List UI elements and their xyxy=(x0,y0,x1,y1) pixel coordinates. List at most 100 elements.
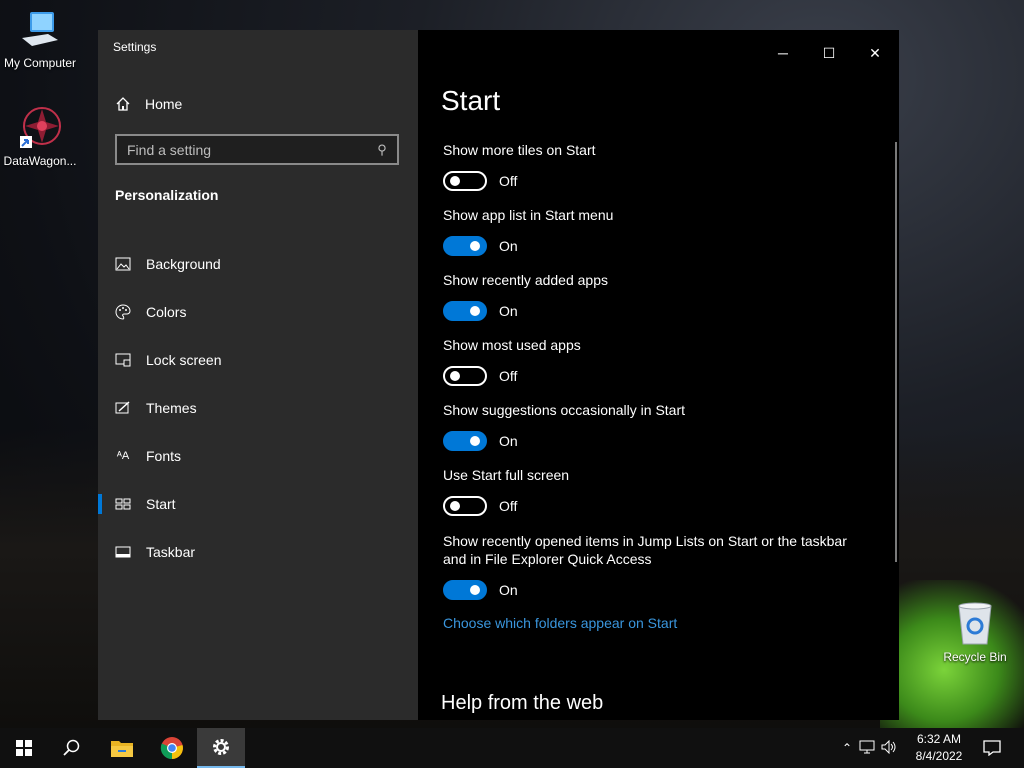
desktop-icon-recycle-bin[interactable]: Recycle Bin xyxy=(935,600,1015,664)
toggle-switch[interactable] xyxy=(443,171,487,191)
setting-label: Show recently opened items in Jump Lists… xyxy=(443,533,847,567)
sidebar-item-background[interactable]: Background xyxy=(98,240,418,288)
palette-icon xyxy=(115,304,131,320)
sidebar-item-lock-screen[interactable]: Lock screen xyxy=(98,336,418,384)
toggle-knob xyxy=(470,241,480,251)
toggle-state: On xyxy=(499,582,518,598)
sidebar-item-label: Start xyxy=(146,496,176,512)
notification-icon xyxy=(983,740,1001,756)
picture-icon xyxy=(115,256,131,272)
start-icon xyxy=(115,496,131,512)
setting-label: Show most used apps xyxy=(443,337,581,353)
scrollbar[interactable] xyxy=(895,142,897,562)
sidebar-item-label: Background xyxy=(146,256,221,272)
toggle-state: On xyxy=(499,303,518,319)
maximize-button[interactable]: ☐ xyxy=(806,38,852,68)
setting-suggestions: Show suggestions occasionally in Start O… xyxy=(443,401,863,451)
windows-start-icon xyxy=(16,740,32,756)
setting-label: Show app list in Start menu xyxy=(443,207,614,223)
setting-label: Show recently added apps xyxy=(443,272,608,288)
sidebar-item-label: Lock screen xyxy=(146,352,222,368)
sidebar-nav: Background Colors Lock screen Themes ᴬA … xyxy=(98,240,418,576)
settings-sidebar: Settings Home ⚲ Personalization Backgrou… xyxy=(98,30,418,720)
toggle-state: Off xyxy=(499,173,518,189)
search-input[interactable] xyxy=(117,140,367,159)
toggle-state: On xyxy=(499,238,518,254)
taskbar-file-explorer[interactable] xyxy=(98,728,146,768)
computer-icon xyxy=(22,12,58,46)
clock-time: 6:32 AM xyxy=(916,732,962,746)
recycle-bin-icon xyxy=(958,602,992,645)
settings-content: ─ ☐ ✕ Start Show more tiles on Start Off… xyxy=(418,30,899,720)
minimize-button[interactable]: ─ xyxy=(760,38,806,68)
close-button[interactable]: ✕ xyxy=(852,38,898,68)
minimize-icon: ─ xyxy=(778,45,788,61)
toggle-switch[interactable] xyxy=(443,236,487,256)
sidebar-item-label: Taskbar xyxy=(146,544,196,560)
nav-home-label: Home xyxy=(145,96,183,112)
toggle-switch[interactable] xyxy=(443,431,487,451)
sidebar-item-colors[interactable]: Colors xyxy=(98,288,418,336)
sidebar-item-label: Themes xyxy=(146,400,197,416)
taskbar-settings[interactable] xyxy=(197,728,245,768)
toggle-knob xyxy=(450,501,460,511)
close-icon: ✕ xyxy=(869,44,881,61)
taskbar-clock[interactable]: 6:32 AM 8/4/2022 xyxy=(908,731,970,765)
setting-jump-lists: Show recently opened items in Jump Lists… xyxy=(443,532,863,600)
settings-icon xyxy=(213,739,229,755)
toggle-state: On xyxy=(499,433,518,449)
chrome-icon xyxy=(160,737,183,760)
toggle-switch[interactable] xyxy=(443,496,487,516)
setting-label: Show suggestions occasionally in Start xyxy=(443,402,686,418)
desktop-icon-label: Recycle Bin xyxy=(943,650,1007,664)
clock-date: 8/4/2022 xyxy=(915,749,963,763)
search-icon xyxy=(63,739,80,756)
datawagon-icon xyxy=(20,107,61,148)
section-title: Personalization xyxy=(115,187,219,203)
toggle-switch[interactable] xyxy=(443,301,487,321)
network-icon[interactable] xyxy=(856,740,878,757)
toggle-switch[interactable] xyxy=(443,366,487,386)
sidebar-item-fonts[interactable]: ᴬA Fonts xyxy=(98,432,418,480)
chevron-up-icon[interactable]: ⌃ xyxy=(838,741,856,755)
desktop-icon-label: DataWagon... xyxy=(3,154,77,168)
choose-folders-link[interactable]: Choose which folders appear on Start xyxy=(443,615,677,631)
window-title: Settings xyxy=(113,40,157,54)
maximize-icon: ☐ xyxy=(822,44,836,61)
sidebar-item-start[interactable]: Start xyxy=(98,480,418,528)
desktop-icon-my-computer[interactable]: My Computer xyxy=(0,8,80,70)
start-button[interactable] xyxy=(0,728,48,768)
taskbar: ⌃ 6:32 AM 8/4/2022 xyxy=(0,728,1024,768)
sidebar-item-themes[interactable]: Themes xyxy=(98,384,418,432)
toggle-knob xyxy=(470,306,480,316)
toggle-knob xyxy=(450,176,460,186)
setting-label: Show more tiles on Start xyxy=(443,142,596,158)
desktop-icon-datawagon[interactable]: DataWagon... xyxy=(0,106,80,168)
themes-icon xyxy=(115,400,131,416)
settings-window: Settings Home ⚲ Personalization Backgrou… xyxy=(98,30,899,720)
setting-more-tiles: Show more tiles on Start Off xyxy=(443,141,863,191)
taskbar-chrome[interactable] xyxy=(148,728,196,768)
toggle-state: Off xyxy=(499,368,518,384)
sidebar-item-label: Fonts xyxy=(146,448,182,464)
search-icon[interactable]: ⚲ xyxy=(367,142,397,158)
taskbar-search-button[interactable] xyxy=(48,728,96,768)
nav-home[interactable]: Home xyxy=(115,92,182,116)
fonts-icon: ᴬA xyxy=(116,450,130,462)
sidebar-item-label: Colors xyxy=(146,304,187,320)
toggle-state: Off xyxy=(499,498,518,514)
toggle-knob xyxy=(450,371,460,381)
sidebar-item-taskbar[interactable]: Taskbar xyxy=(98,528,418,576)
taskbar-icon xyxy=(115,544,131,560)
search-box: ⚲ xyxy=(115,134,399,165)
page-title: Start xyxy=(441,85,501,116)
setting-full-screen: Use Start full screen Off xyxy=(443,466,863,516)
toggle-switch[interactable] xyxy=(443,580,487,600)
notification-button[interactable] xyxy=(968,728,1016,768)
volume-icon[interactable] xyxy=(878,739,900,757)
setting-app-list: Show app list in Start menu On xyxy=(443,206,863,256)
lock-screen-icon xyxy=(115,352,131,368)
setting-recently-added: Show recently added apps On xyxy=(443,271,863,321)
home-icon xyxy=(116,97,130,111)
file-explorer-icon xyxy=(111,741,133,757)
